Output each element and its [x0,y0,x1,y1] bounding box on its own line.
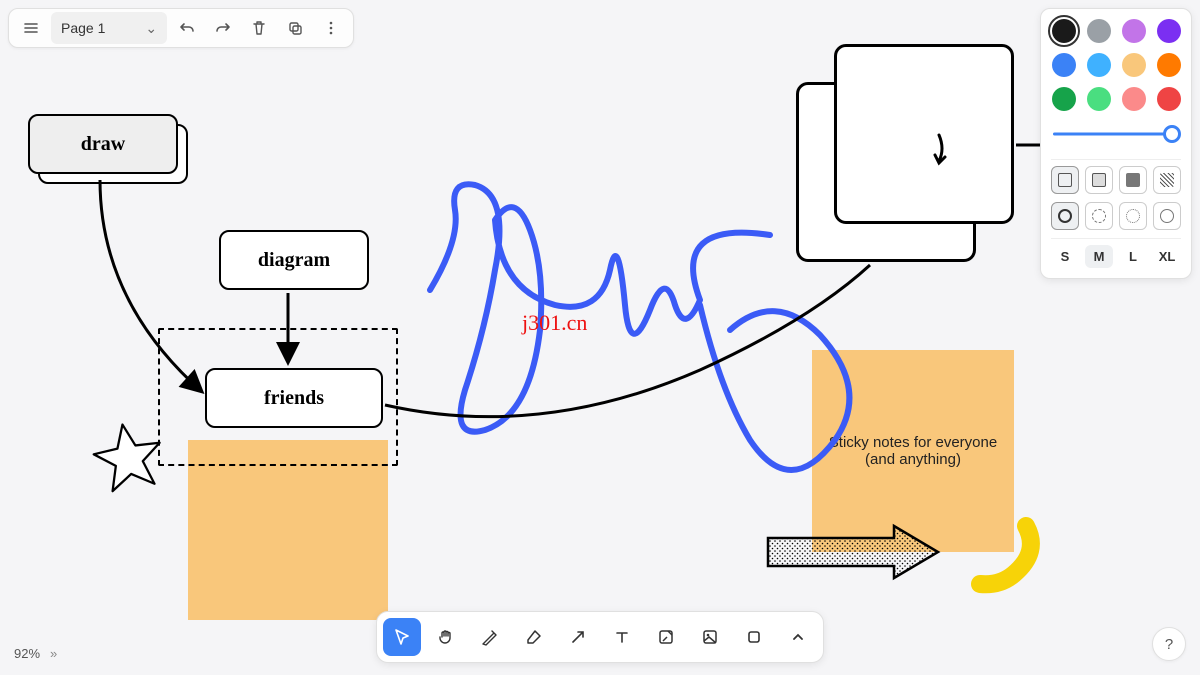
zoom-level[interactable]: 92% [14,646,40,661]
color-swatch[interactable] [1087,53,1111,77]
color-swatch[interactable] [1087,19,1111,43]
arrow-tool[interactable] [559,618,597,656]
canvas[interactable]: draw diagram friends Sticky notes for ev… [0,0,1200,675]
color-swatch[interactable] [1122,53,1146,77]
redo-button[interactable] [207,12,239,44]
color-swatch[interactable] [1157,53,1181,77]
watermark-text: j301.cn [522,310,587,336]
delete-button[interactable] [243,12,275,44]
size-option[interactable]: M [1085,245,1113,268]
size-option[interactable]: S [1051,245,1079,268]
block-arrow[interactable] [764,520,944,584]
zoom-expand-icon[interactable]: » [50,646,57,661]
color-swatch[interactable] [1157,87,1181,111]
dash-solid[interactable] [1051,202,1079,230]
eraser-tool[interactable] [515,618,553,656]
sticky-small[interactable] [188,440,388,620]
friends-label: friends [264,387,324,410]
dash-dotted[interactable] [1119,202,1147,230]
diagram-label: diagram [258,249,330,272]
draw-box[interactable]: draw [28,114,178,174]
duplicate-button[interactable] [279,12,311,44]
color-swatch[interactable] [1052,19,1076,43]
help-button[interactable]: ? [1152,627,1186,661]
draw-tool[interactable] [471,618,509,656]
color-swatch[interactable] [1052,87,1076,111]
star-shape[interactable] [90,418,166,494]
fill-solid[interactable] [1119,166,1147,194]
page-label: Page 1 [61,20,105,36]
menu-button[interactable] [15,12,47,44]
page-selector[interactable]: Page 1 ⌄ [51,12,167,44]
color-swatch[interactable] [1122,19,1146,43]
shape-tool[interactable] [735,618,773,656]
friends-box[interactable]: friends [205,368,383,428]
size-options: SML XL [1051,245,1181,268]
text-tool[interactable] [603,618,641,656]
asset-tool[interactable] [691,618,729,656]
color-swatch[interactable] [1052,53,1076,77]
fill-none[interactable] [1051,166,1079,194]
size-option[interactable]: XL [1153,245,1181,268]
draw-label: draw [81,133,125,156]
select-tool[interactable] [383,618,421,656]
dash-options [1051,202,1181,230]
fill-semi[interactable] [1085,166,1113,194]
yellow-stroke[interactable] [966,516,1046,596]
color-swatch[interactable] [1157,19,1181,43]
undo-button[interactable] [171,12,203,44]
hand-tool[interactable] [427,618,465,656]
opacity-slider[interactable] [1051,123,1181,145]
chevron-down-icon: ⌄ [145,20,157,37]
diagram-box[interactable]: diagram [219,230,369,290]
fill-options [1051,166,1181,194]
expand-tools[interactable] [779,618,817,656]
zoom-control: 92% » [14,646,57,661]
handwriting[interactable] [400,160,880,480]
size-option[interactable]: L [1119,245,1147,268]
dash-thin[interactable] [1153,202,1181,230]
note-tool[interactable] [647,618,685,656]
color-swatches [1051,19,1181,111]
style-panel: SML XL [1040,8,1192,279]
dash-dashed[interactable] [1085,202,1113,230]
fill-pattern[interactable] [1153,166,1181,194]
more-button[interactable] [315,12,347,44]
color-swatch[interactable] [1122,87,1146,111]
color-swatch[interactable] [1087,87,1111,111]
help-label: ? [1165,636,1173,653]
bottom-toolbar [376,611,824,663]
top-toolbar: Page 1 ⌄ [8,8,354,48]
